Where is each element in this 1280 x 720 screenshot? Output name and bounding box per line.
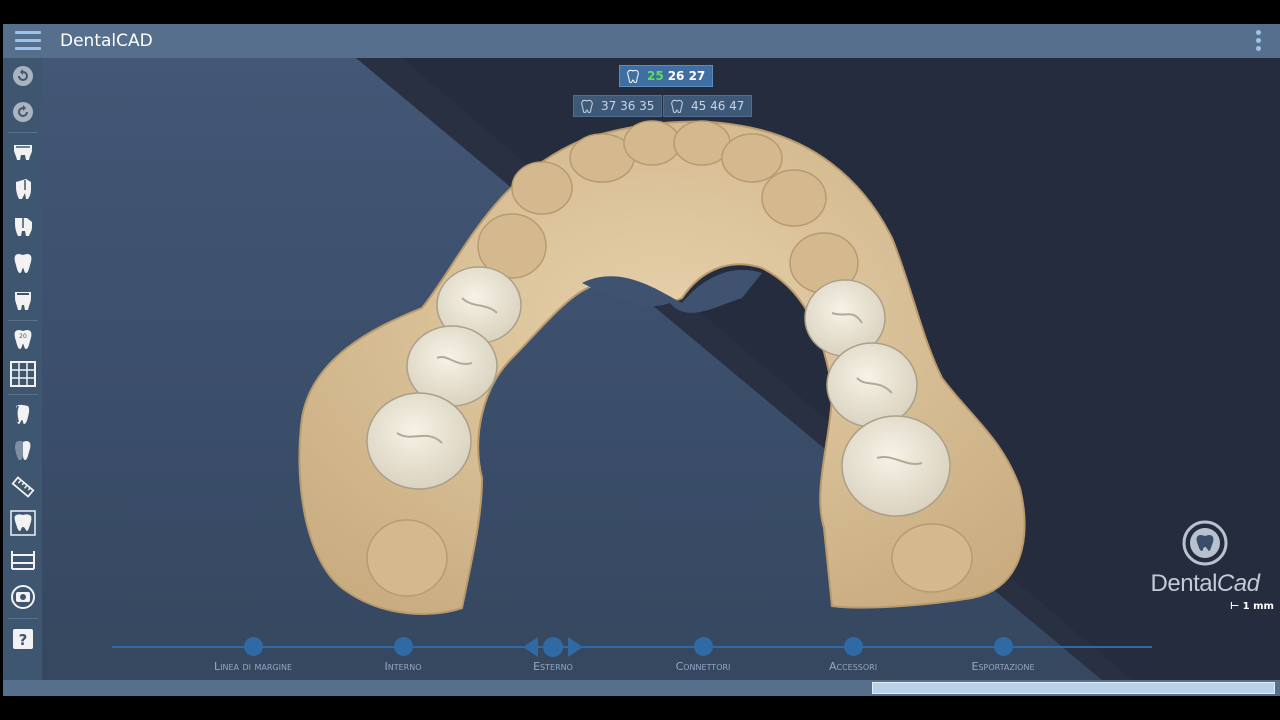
tooth-half-icon[interactable] bbox=[10, 437, 36, 463]
step-label-accessori[interactable]: Accessori bbox=[793, 660, 913, 673]
brand-name: DentalCad bbox=[1150, 570, 1260, 597]
tooth-profile-icon[interactable] bbox=[10, 401, 36, 427]
scale-label: 1 mm bbox=[1242, 601, 1274, 612]
dentalcad-watermark: DentalCad bbox=[1140, 520, 1270, 598]
step-dot-esportazione[interactable] bbox=[994, 637, 1013, 656]
step-dot-interno[interactable] bbox=[394, 637, 413, 656]
step-label-connettori[interactable]: Connettori bbox=[643, 660, 763, 673]
step-dot-connettori[interactable] bbox=[694, 637, 713, 656]
tooth-numbers: 37 36 35 bbox=[601, 99, 655, 113]
tooth-tag-lower-left[interactable]: 37 36 35 bbox=[573, 95, 663, 117]
workflow-stepper: Linea di margine Interno Esterno Connett… bbox=[42, 636, 1280, 680]
grid-icon[interactable] bbox=[10, 361, 36, 387]
selected-tooth-number: 25 bbox=[647, 69, 664, 83]
tooth-tag-upper[interactable]: 25 26 27 bbox=[619, 65, 714, 87]
tooth-icon bbox=[581, 99, 593, 113]
step-label-linea-di-margine[interactable]: Linea di margine bbox=[193, 660, 313, 673]
tooth-icon bbox=[671, 99, 683, 113]
hamburger-menu-icon[interactable] bbox=[15, 31, 41, 51]
step-current-indicator[interactable] bbox=[522, 636, 584, 658]
crown-icon[interactable] bbox=[10, 139, 36, 165]
undo-icon[interactable] bbox=[10, 63, 36, 89]
more-options-icon[interactable] bbox=[1254, 30, 1262, 54]
toolbar-separator bbox=[8, 618, 38, 619]
help-icon[interactable]: ? bbox=[10, 626, 36, 652]
tooth-number-icon[interactable]: 20 bbox=[10, 326, 36, 352]
redo-icon[interactable] bbox=[10, 99, 36, 125]
tooth-numbers: 45 46 47 bbox=[691, 99, 745, 113]
model-viewport[interactable]: 25 26 27 37 36 35 45 46 47 DentalCad ⊢ 1… bbox=[42, 58, 1280, 680]
svg-text:?: ? bbox=[19, 631, 28, 649]
toolbar-separator bbox=[8, 394, 38, 395]
step-dot-accessori[interactable] bbox=[844, 637, 863, 656]
ruler-icon[interactable] bbox=[10, 474, 36, 500]
tooth-shell-icon[interactable] bbox=[10, 287, 36, 313]
tooth-side-icon[interactable] bbox=[10, 176, 36, 202]
step-label-interno[interactable]: Interno bbox=[343, 660, 463, 673]
section-icon[interactable] bbox=[10, 547, 36, 573]
dental-arch-model[interactable] bbox=[42, 58, 1280, 680]
scale-bar-icon: ⊢ bbox=[1230, 601, 1240, 612]
step-label-esportazione[interactable]: Esportazione bbox=[943, 660, 1063, 673]
app-title: DentalCAD bbox=[60, 31, 153, 51]
step-dot-linea-di-margine[interactable] bbox=[244, 637, 263, 656]
step-label-esterno[interactable]: Esterno bbox=[493, 660, 613, 673]
tooth-tag-lower-right[interactable]: 45 46 47 bbox=[663, 95, 753, 117]
progress-bar bbox=[872, 682, 1275, 694]
svg-text:20: 20 bbox=[19, 333, 27, 340]
tooth-box-icon[interactable] bbox=[10, 510, 36, 536]
title-bar: DentalCAD bbox=[3, 24, 1280, 58]
tooth-full-icon[interactable] bbox=[10, 250, 36, 276]
toolbar-separator bbox=[8, 132, 38, 133]
tooth-icon bbox=[627, 69, 639, 83]
tooth-cut-icon[interactable] bbox=[10, 213, 36, 239]
scale-indicator: ⊢ 1 mm bbox=[1230, 601, 1274, 612]
left-toolbar: 20 ? bbox=[3, 58, 42, 680]
camera-icon[interactable] bbox=[10, 584, 36, 610]
toolbar-separator bbox=[8, 320, 38, 321]
status-bar bbox=[3, 680, 1280, 696]
tooth-numbers: 26 27 bbox=[667, 69, 706, 83]
dentalcad-logo-icon bbox=[1182, 520, 1228, 566]
